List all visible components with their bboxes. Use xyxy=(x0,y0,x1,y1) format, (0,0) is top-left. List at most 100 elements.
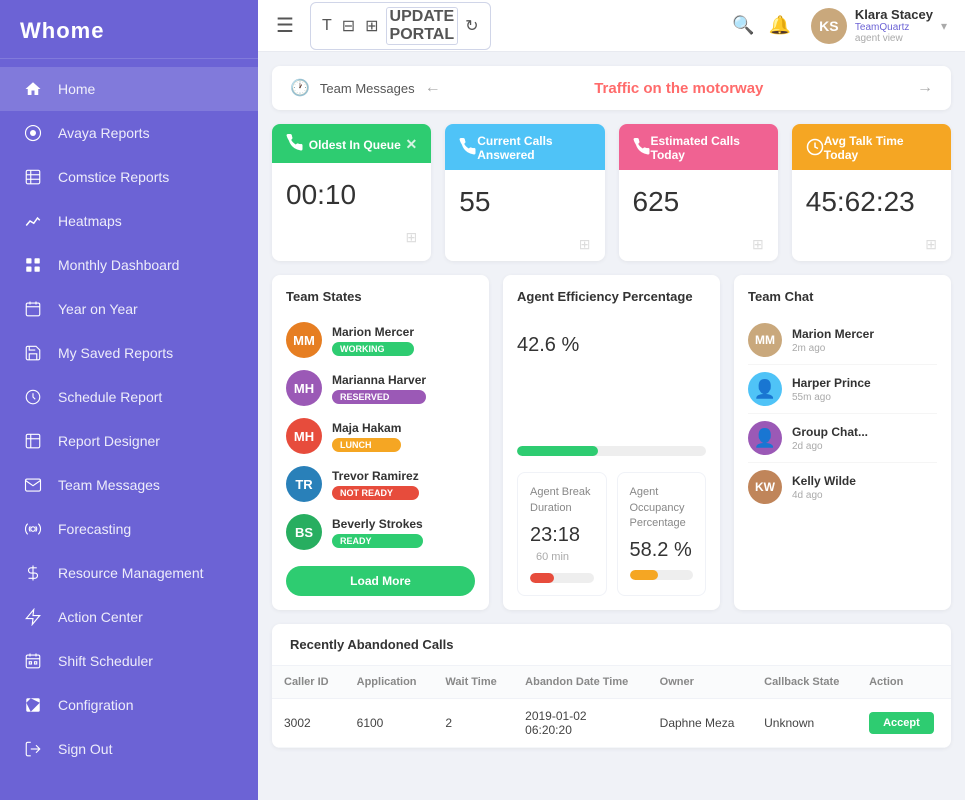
stat-card-value: 55 xyxy=(445,170,604,236)
nav-label: Configration xyxy=(58,697,134,713)
stat-card-label: Current Calls Answered xyxy=(477,134,590,162)
clock-icon: 🕐 xyxy=(290,78,310,98)
banner-label: Team Messages xyxy=(320,81,415,96)
topbar-icons: 🔍 🔔 xyxy=(732,15,791,36)
sidebar-item-home[interactable]: Home xyxy=(0,67,258,111)
sidebar-item-resource-management[interactable]: Resource Management xyxy=(0,551,258,595)
member-status-badge: NOT READY xyxy=(332,486,419,500)
agent-efficiency-card: Agent Efficiency Percentage 42.6 % Agent… xyxy=(503,275,720,610)
member-info: Trevor Ramirez NOT READY xyxy=(332,469,419,500)
sidebar-item-configration[interactable]: Configration xyxy=(0,683,258,727)
member-info: Marianna Harver RESERVED xyxy=(332,373,426,404)
abandoned-calls-section: Recently Abandoned Calls Caller IDApplic… xyxy=(272,624,951,748)
sidebar-item-shift-scheduler[interactable]: Shift Scheduler xyxy=(0,639,258,683)
sub-card-progress-wrap xyxy=(530,573,594,583)
stat-card-yellow: Avg Talk Time Today 45:62:23 ⊞ xyxy=(792,124,951,261)
agent-sub-card-1: Agent Occupancy Percentage 58.2 % xyxy=(617,472,707,596)
avatar: KS xyxy=(811,8,847,44)
banner-prev-icon[interactable]: ← xyxy=(425,79,441,97)
close-icon[interactable]: ✕ xyxy=(406,136,418,153)
team-member: MM Marion Mercer WORKING xyxy=(286,316,475,364)
sidebar-item-avaya-reports[interactable]: Avaya Reports xyxy=(0,111,258,155)
sidebar-item-schedule-report[interactable]: Schedule Report xyxy=(0,375,258,419)
nav-label: Resource Management xyxy=(58,565,204,581)
text-tool-icon[interactable]: T xyxy=(319,17,335,35)
plus-tool-icon[interactable]: ⊞ xyxy=(362,16,381,36)
nav-label: Home xyxy=(58,81,95,97)
chevron-down-icon[interactable]: ▾ xyxy=(941,19,947,33)
chat-item[interactable]: 👤 Harper Prince 55m ago xyxy=(748,365,937,414)
sidebar-item-monthly-dashboard[interactable]: Monthly Dashboard xyxy=(0,243,258,287)
user-name: Klara Stacey xyxy=(855,7,933,22)
nav-label: Avaya Reports xyxy=(58,125,150,141)
nav-label: Team Messages xyxy=(58,477,160,493)
sidebar-item-my-saved-reports[interactable]: My Saved Reports xyxy=(0,331,258,375)
table-cell: 2019-01-02 06:20:20 xyxy=(513,699,648,748)
sidebar-item-action-center[interactable]: Action Center xyxy=(0,595,258,639)
sub-card-label: Agent Occupancy Percentage xyxy=(630,485,694,531)
sub-card-progress-fill xyxy=(630,570,659,580)
nav-icon-action-center xyxy=(22,606,44,628)
table-cell: 3002 xyxy=(272,699,345,748)
accept-button[interactable]: Accept xyxy=(869,712,934,734)
chat-item[interactable]: 👤 Group Chat... 2d ago xyxy=(748,414,937,463)
stat-card-label: Oldest In Queue xyxy=(309,138,401,152)
stat-card-green: Oldest In Queue ✕ 00:10 ⊞ xyxy=(272,124,431,261)
nav-icon-home xyxy=(22,78,44,100)
agent-sub-card-0: Agent Break Duration 23:18 60 min xyxy=(517,472,607,596)
member-name: Beverly Strokes xyxy=(332,517,423,531)
content-area: 🕐 Team Messages ← Traffic on the motorwa… xyxy=(258,52,965,800)
stat-card-blue: Current Calls Answered 55 ⊞ xyxy=(445,124,604,261)
member-status-badge: RESERVED xyxy=(332,390,426,404)
team-member: TR Trevor Ramirez NOT READY xyxy=(286,460,475,508)
nav-label: My Saved Reports xyxy=(58,345,173,361)
stat-card-pink: Estimated Calls Today 625 ⊞ xyxy=(619,124,778,261)
chat-name: Harper Prince xyxy=(792,376,871,390)
sub-card-value: 23:18 xyxy=(530,524,580,546)
stat-card-footer: ⊞ xyxy=(619,236,778,261)
expand-icon[interactable]: ⊞ xyxy=(752,236,764,253)
table-cell: Daphne Meza xyxy=(648,699,752,748)
chat-item[interactable]: MM Marion Mercer 2m ago xyxy=(748,316,937,365)
chat-avatar: 👤 xyxy=(748,372,782,406)
nav-icon-comstice-reports xyxy=(22,166,44,188)
update-portal-button[interactable]: UPDATEPORTAL xyxy=(386,7,459,45)
stat-card-icon xyxy=(633,138,651,159)
sidebar-item-sign-out[interactable]: Sign Out xyxy=(0,727,258,771)
sidebar-nav: Home Avaya Reports Comstice Reports Heat… xyxy=(0,59,258,779)
sidebar-item-report-designer[interactable]: Report Designer xyxy=(0,419,258,463)
chat-time: 4d ago xyxy=(792,490,856,501)
stat-card-label: Estimated Calls Today xyxy=(651,134,764,162)
member-avatar: BS xyxy=(286,514,322,550)
expand-icon[interactable]: ⊞ xyxy=(406,229,418,246)
banner-next-icon[interactable]: → xyxy=(917,79,933,97)
search-icon[interactable]: 🔍 xyxy=(732,15,754,36)
sidebar-item-heatmaps[interactable]: Heatmaps xyxy=(0,199,258,243)
sub-card-value-row: 58.2 % xyxy=(630,539,694,562)
hamburger-icon[interactable]: ☰ xyxy=(276,13,294,38)
sidebar-item-year-on-year[interactable]: Year on Year xyxy=(0,287,258,331)
load-more-button[interactable]: Load More xyxy=(286,566,475,596)
sidebar-item-forecasting[interactable]: Forecasting xyxy=(0,507,258,551)
sidebar-logo: Whome xyxy=(0,0,258,59)
nav-icon-schedule-report xyxy=(22,386,44,408)
sub-card-progress-fill xyxy=(530,573,554,583)
nav-label: Monthly Dashboard xyxy=(58,257,179,273)
team-members-list: MM Marion Mercer WORKING MH Marianna Har… xyxy=(286,316,475,556)
minus-tool-icon[interactable]: ⊟ xyxy=(339,16,358,36)
efficiency-progress-bar xyxy=(517,446,706,456)
expand-icon[interactable]: ⊞ xyxy=(925,236,937,253)
table-header: Caller IDApplicationWait TimeAbandon Dat… xyxy=(272,666,951,699)
efficiency-percentage: 42.6 % xyxy=(517,334,706,436)
expand-icon[interactable]: ⊞ xyxy=(579,236,591,253)
sidebar-item-comstice-reports[interactable]: Comstice Reports xyxy=(0,155,258,199)
stat-card-header: Current Calls Answered xyxy=(445,124,604,170)
sidebar-item-team-messages[interactable]: Team Messages xyxy=(0,463,258,507)
refresh-icon[interactable]: ↻ xyxy=(462,16,481,36)
sub-card-progress-wrap xyxy=(630,570,694,580)
table-column-header: Wait Time xyxy=(433,666,513,699)
chat-item[interactable]: KW Kelly Wilde 4d ago xyxy=(748,463,937,511)
abandoned-calls-table: Caller IDApplicationWait TimeAbandon Dat… xyxy=(272,666,951,748)
user-menu[interactable]: KS Klara Stacey TeamQuartz agent view ▾ xyxy=(811,7,947,44)
notification-icon[interactable]: 🔔 xyxy=(768,15,790,36)
